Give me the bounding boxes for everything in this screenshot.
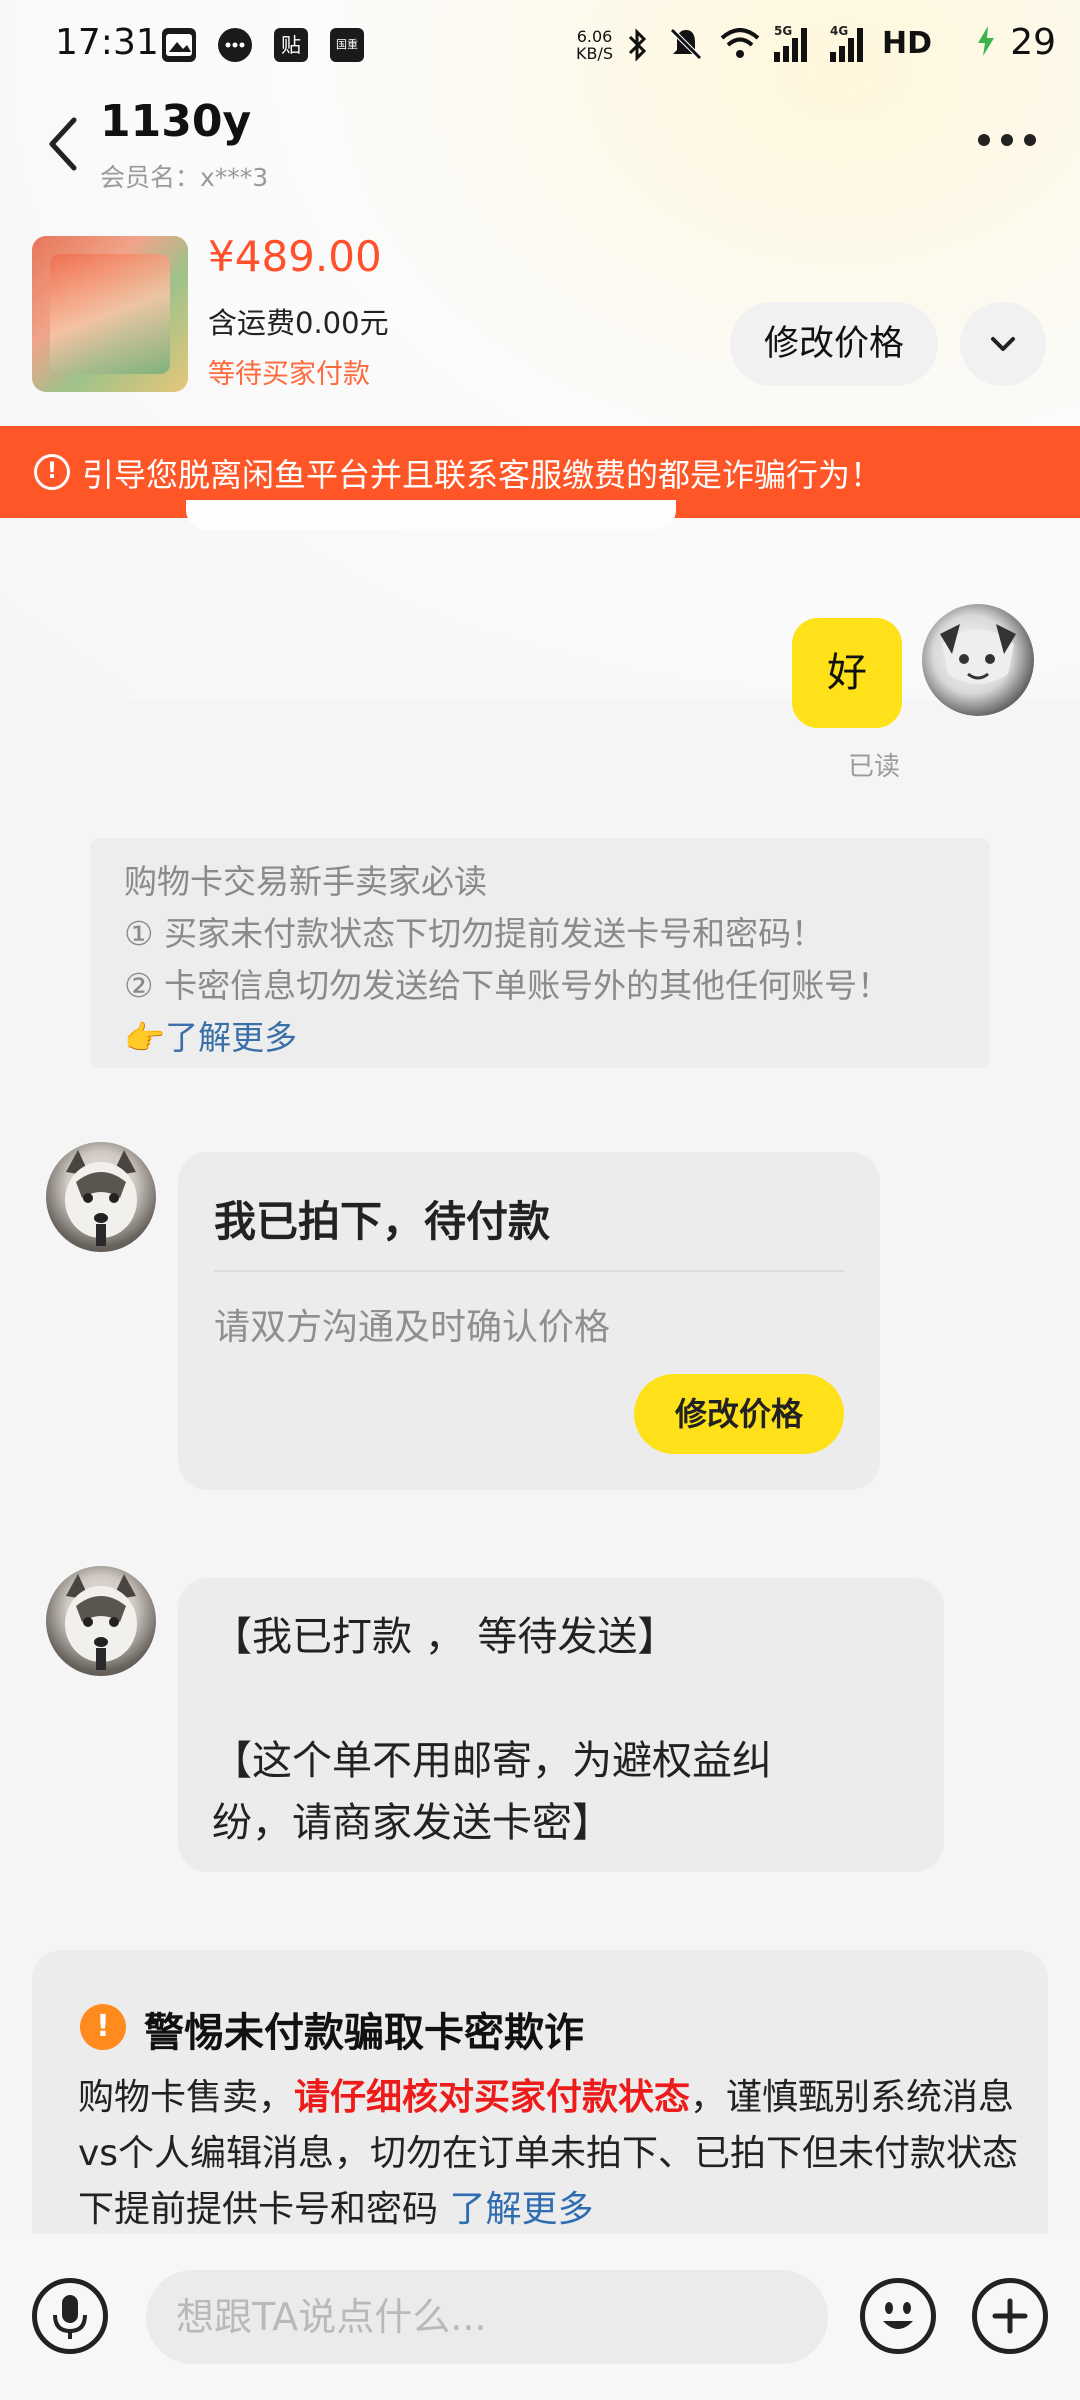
expand-button[interactable] <box>960 302 1046 386</box>
notice-line-2: ② 卡密信息切勿发送给下单账号外的其他任何账号！ <box>124 966 891 1005</box>
image-notification-icon <box>162 28 196 62</box>
fraud-warning-text: 引导您脱离闲鱼平台并且联系客服缴费的都是诈骗行为！ <box>82 456 883 494</box>
husky-avatar-icon <box>65 1150 137 1246</box>
voice-input-button[interactable] <box>32 2278 108 2354</box>
status-indicators: 6.06 KB/S 5G 4G HD 29 <box>576 22 1080 68</box>
chat-title: 1130y <box>100 96 252 147</box>
more-dot-icon <box>978 134 990 146</box>
smiley-face-icon <box>883 2302 913 2329</box>
network-speed-value: 6.06 <box>576 27 613 46</box>
more-dot-icon <box>1024 134 1036 146</box>
pointing-hand-icon: 👉 <box>124 1018 166 1057</box>
notice-line-1: ① 买家未付款状态下切勿提前发送卡号和密码！ <box>124 914 825 953</box>
scam-warning-body: 购物卡售卖，请仔细核对买家付款状态，谨慎甄别系统消息vs个人编辑消息，切勿在订单… <box>78 2070 1048 2238</box>
my-avatar[interactable] <box>922 604 1034 716</box>
input-bar <box>0 2234 1080 2400</box>
buyer-message-line: 纷，请商家发送卡密】 <box>212 1800 612 1846</box>
more-options-button[interactable] <box>978 130 1038 150</box>
buyer-message-bubble[interactable]: 【我已打款 ， 等待发送】 【这个单不用邮寄，为避权益纠 纷，请商家发送卡密】 <box>178 1578 944 1872</box>
read-receipt: 已读 <box>848 752 901 782</box>
order-card-modify-price-button[interactable]: 修改价格 <box>634 1374 844 1454</box>
member-name: 会员名：x***3 <box>100 163 269 192</box>
microphone-icon <box>53 2295 87 2339</box>
emoji-button[interactable] <box>860 2278 936 2354</box>
back-button[interactable] <box>44 112 94 176</box>
app-notification-icon: 国重 <box>330 28 364 62</box>
signal-5g-icon: 5G <box>770 24 814 64</box>
previous-message-fragment <box>186 500 676 530</box>
scam-body-prefix: 购物卡售卖， <box>78 2077 295 2118</box>
buyer-avatar[interactable] <box>46 1566 156 1676</box>
message-notification-icon <box>218 28 252 62</box>
charging-icon <box>976 24 996 66</box>
my-message-bubble[interactable]: 好 <box>792 618 902 728</box>
scam-warning-title: 警惕未付款骗取卡密欺诈 <box>144 2010 584 2056</box>
wifi-icon <box>720 28 760 64</box>
husky-avatar-icon <box>65 1574 137 1670</box>
status-time: 17:31 <box>55 22 159 63</box>
signal-4g-icon: 4G <box>826 24 870 64</box>
back-arrow-icon <box>49 117 77 171</box>
network-speed-unit: KB/S <box>576 44 614 63</box>
avatar-illustration-icon <box>940 624 1016 684</box>
status-bar: 17:31 贴 国重 6.06 KB/S 5G 4G HD 29 <box>0 0 1080 90</box>
exclamation-icon: ! <box>34 454 70 490</box>
order-status-card: 我已拍下，待付款 请双方沟通及时确认价格 修改价格 <box>178 1152 880 1490</box>
product-thumbnail[interactable] <box>32 236 188 392</box>
chevron-down-icon <box>991 337 1015 351</box>
shipping-info: 含运费0.00元 <box>208 306 389 340</box>
buyer-message-line: 【我已打款 ， 等待发送】 <box>212 1614 678 1660</box>
message-input[interactable] <box>146 2270 828 2364</box>
scam-warning-card: ! 警惕未付款骗取卡密欺诈 购物卡售卖，请仔细核对买家付款状态，谨慎甄别系统消息… <box>32 1950 1048 2240</box>
buyer-avatar[interactable] <box>46 1142 156 1252</box>
seller-notice-card: 购物卡交易新手卖家必读 ① 买家未付款状态下切勿提前发送卡号和密码！ ② 卡密信… <box>90 838 990 1068</box>
product-image <box>50 254 170 374</box>
divider <box>214 1270 844 1272</box>
scam-learn-more-link[interactable]: 了解更多 <box>449 2189 593 2230</box>
notice-title: 购物卡交易新手卖家必读 <box>124 862 487 901</box>
hd-voice-icon: HD <box>882 26 933 61</box>
tieba-notification-icon: 贴 <box>274 28 308 62</box>
modify-price-button[interactable]: 修改价格 <box>730 302 938 386</box>
more-actions-button[interactable] <box>972 2278 1048 2354</box>
product-price: ¥489.00 <box>208 232 382 281</box>
bluetooth-icon <box>626 28 650 66</box>
more-dot-icon <box>1001 134 1013 146</box>
scam-body-highlight: 请仔细核对买家付款状态 <box>294 2077 691 2118</box>
order-card-description: 请双方沟通及时确认价格 <box>214 1307 611 1348</box>
plus-icon <box>992 2298 1028 2334</box>
order-card-title: 我已拍下，待付款 <box>214 1197 551 1246</box>
notice-learn-more-link[interactable]: 了解更多 <box>165 1018 297 1057</box>
warning-icon: ! <box>80 2004 126 2050</box>
buyer-message-blank-line <box>212 1668 910 1730</box>
buyer-message-line: 【这个单不用邮寄，为避权益纠 <box>212 1738 772 1784</box>
battery-level: 29 <box>1010 22 1056 63</box>
mute-bell-icon <box>668 26 704 66</box>
order-status: 等待买家付款 <box>208 359 370 390</box>
network-speed: 6.06 KB/S <box>576 28 613 62</box>
